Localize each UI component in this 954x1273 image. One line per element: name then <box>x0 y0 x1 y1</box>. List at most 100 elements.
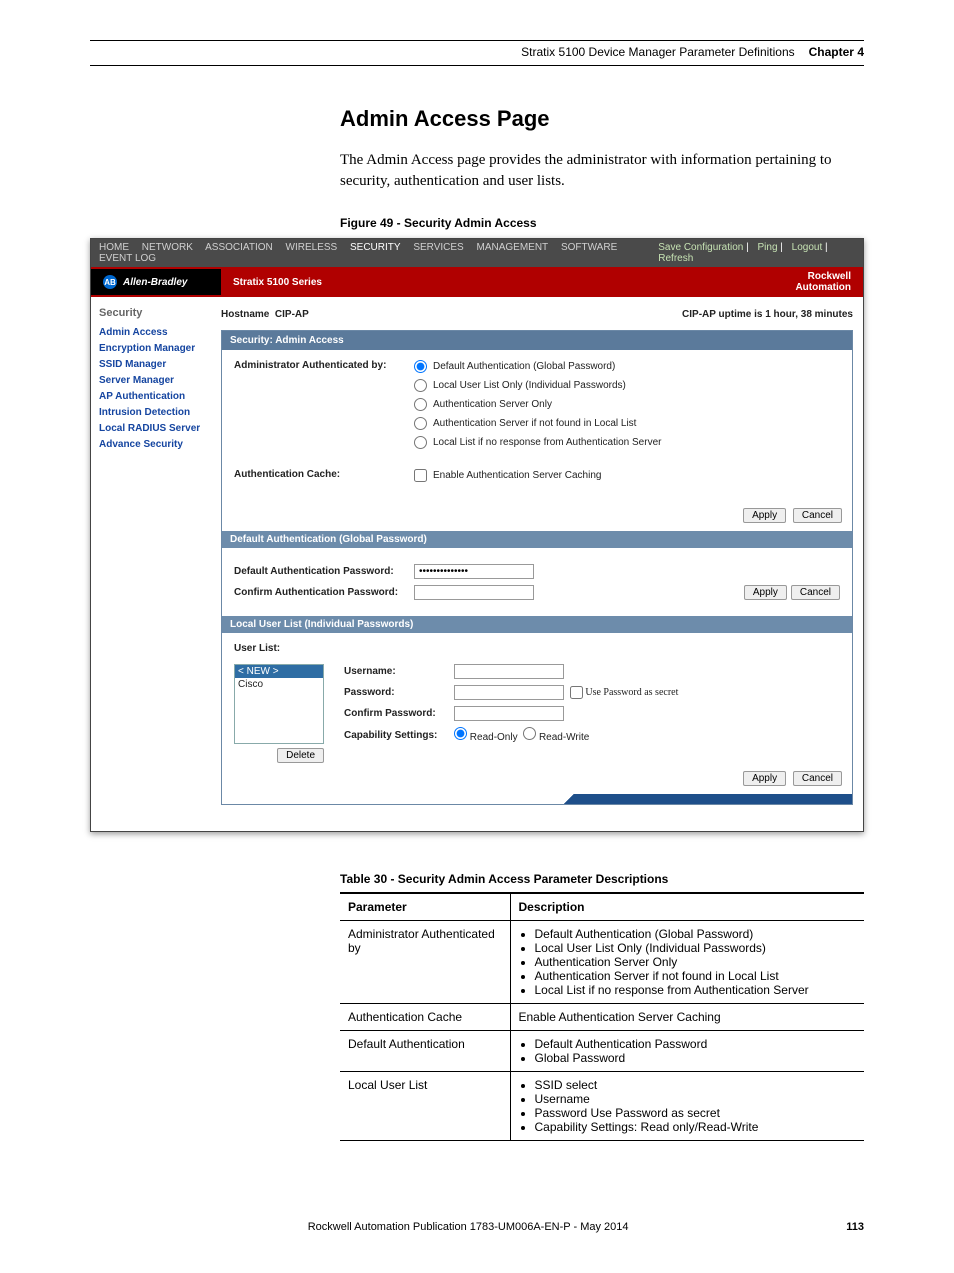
cell-desc: Default Authentication Password Global P… <box>510 1031 864 1072</box>
tab-security[interactable]: SECURITY <box>350 242 401 253</box>
th-description: Description <box>510 893 864 921</box>
brand-right-top: Rockwell <box>808 271 851 282</box>
series-label: Stratix 5100 Series <box>221 271 783 294</box>
sidebar-item-ssid-manager[interactable]: SSID Manager <box>99 359 213 370</box>
userlist-new-item[interactable]: < NEW > <box>235 665 323 678</box>
auth-radio-local-if-no[interactable] <box>414 436 427 449</box>
desc-item: Local User List Only (Individual Passwor… <box>535 941 857 955</box>
figure-caption: Figure 49 - Security Admin Access <box>340 216 864 230</box>
util-ping[interactable]: Ping <box>757 242 777 253</box>
hostname-value: CIP-AP <box>275 309 309 320</box>
apply-button-3[interactable]: Apply <box>743 771 786 786</box>
chapter-label: Chapter 4 <box>809 45 864 59</box>
util-save[interactable]: Save Configuration <box>658 242 743 253</box>
username-label: Username: <box>344 666 454 677</box>
cancel-button-3[interactable]: Cancel <box>793 771 842 786</box>
default-pwd-input[interactable] <box>414 564 534 579</box>
apply-button-2[interactable]: Apply <box>744 585 787 600</box>
apply-button-1[interactable]: Apply <box>743 508 786 523</box>
table-row: Default Authentication Default Authentic… <box>340 1031 864 1072</box>
desc-item: SSID select <box>535 1078 857 1092</box>
cap-readwrite[interactable]: Read-Write <box>523 727 589 743</box>
cell-param: Administrator Authenticated by <box>340 921 510 1004</box>
auth-opt-default-text: Default Authentication (Global Password) <box>433 361 615 372</box>
cell-param: Local User List <box>340 1072 510 1141</box>
confirm-password-input[interactable] <box>454 706 564 721</box>
username-input[interactable] <box>454 664 564 679</box>
user-listbox[interactable]: < NEW > Cisco <box>234 664 324 744</box>
auth-opt-local-if-no[interactable]: Local List if no response from Authentic… <box>414 436 661 449</box>
cell-desc: Default Authentication (Global Password)… <box>510 921 864 1004</box>
header-rule <box>90 40 864 41</box>
tab-eventlog[interactable]: EVENT LOG <box>99 253 156 264</box>
auth-opt-server-if-not-text: Authentication Server if not found in Lo… <box>433 418 636 429</box>
auth-radio-local[interactable] <box>414 379 427 392</box>
password-input[interactable] <box>454 685 564 700</box>
parameter-table: Parameter Description Administrator Auth… <box>340 892 864 1141</box>
auth-opt-server-if-not[interactable]: Authentication Server if not found in Lo… <box>414 417 661 430</box>
sidebar-item-advance-security[interactable]: Advance Security <box>99 439 213 450</box>
cap-readonly-radio[interactable] <box>454 727 467 740</box>
auth-opt-local-text: Local User List Only (Individual Passwor… <box>433 380 626 391</box>
security-admin-access-panel: Security: Admin Access Administrator Aut… <box>221 330 853 805</box>
cell-desc: Enable Authentication Server Caching <box>510 1004 864 1031</box>
brand-right: Rockwell Automation <box>783 267 863 297</box>
sidebar-item-local-radius[interactable]: Local RADIUS Server <box>99 423 213 434</box>
auth-radio-default[interactable] <box>414 360 427 373</box>
auth-radio-server-only[interactable] <box>414 398 427 411</box>
nav-tabs: HOME NETWORK ASSOCIATION WIRELESS SECURI… <box>99 242 652 264</box>
brand-left: AB Allen-Bradley <box>91 269 221 295</box>
doc-title: Stratix 5100 Device Manager Parameter De… <box>521 45 794 59</box>
util-logout[interactable]: Logout <box>792 242 823 253</box>
desc-item: Authentication Server if not found in Lo… <box>535 969 857 983</box>
password-label: Password: <box>344 687 454 698</box>
sidebar: Security Admin Access Encryption Manager… <box>91 297 221 831</box>
confirm-pwd-input[interactable] <box>414 585 534 600</box>
tab-wireless[interactable]: WIRELESS <box>286 242 338 253</box>
table-row: Administrator Authenticated by Default A… <box>340 921 864 1004</box>
auth-radio-server-if-not[interactable] <box>414 417 427 430</box>
cancel-button-1[interactable]: Cancel <box>793 508 842 523</box>
desc-item: Default Authentication Password <box>535 1037 857 1051</box>
auth-by-options: Default Authentication (Global Password)… <box>414 360 661 455</box>
tab-management[interactable]: MANAGEMENT <box>477 242 549 253</box>
intro-paragraph: The Admin Access page provides the admin… <box>340 150 864 192</box>
use-secret-checkbox[interactable] <box>570 686 583 699</box>
auth-opt-local[interactable]: Local User List Only (Individual Passwor… <box>414 379 661 392</box>
auth-cache-label: Authentication Cache: <box>234 469 414 480</box>
userlist-item-cisco[interactable]: Cisco <box>235 678 323 691</box>
auth-opt-server-only-text: Authentication Server Only <box>433 399 552 410</box>
cancel-button-2[interactable]: Cancel <box>791 585 840 600</box>
sidebar-item-encryption-manager[interactable]: Encryption Manager <box>99 343 213 354</box>
cap-readonly[interactable]: Read-Only <box>454 727 518 743</box>
cell-param: Authentication Cache <box>340 1004 510 1031</box>
tab-services[interactable]: SERVICES <box>413 242 463 253</box>
default-pwd-label: Default Authentication Password: <box>234 566 414 577</box>
tab-association[interactable]: ASSOCIATION <box>205 242 273 253</box>
panel-heading: Security: Admin Access <box>222 331 852 350</box>
cell-desc: SSID select Username Password Use Passwo… <box>510 1072 864 1141</box>
use-secret-label: Use Password as secret <box>585 687 678 698</box>
util-refresh[interactable]: Refresh <box>658 253 693 264</box>
auth-cache-checkbox[interactable] <box>414 469 427 482</box>
auth-opt-default[interactable]: Default Authentication (Global Password) <box>414 360 661 373</box>
auth-cache-text: Enable Authentication Server Caching <box>433 470 601 481</box>
page-number: 113 <box>846 1221 864 1233</box>
tab-software[interactable]: SOFTWARE <box>561 242 617 253</box>
cap-readwrite-radio[interactable] <box>523 727 536 740</box>
sidebar-item-admin-access[interactable]: Admin Access <box>99 327 213 338</box>
hostname-label: Hostname <box>221 309 269 320</box>
publication-line: Rockwell Automation Publication 1783-UM0… <box>308 1221 629 1233</box>
page-footer: Rockwell Automation Publication 1783-UM0… <box>90 1221 864 1233</box>
auth-opt-server-only[interactable]: Authentication Server Only <box>414 398 661 411</box>
cap-readwrite-text: Read-Write <box>539 732 589 743</box>
running-header: Stratix 5100 Device Manager Parameter De… <box>90 45 864 66</box>
auth-opt-local-if-no-text: Local List if no response from Authentic… <box>433 437 661 448</box>
delete-button[interactable]: Delete <box>277 748 324 763</box>
auth-cache-option[interactable]: Enable Authentication Server Caching <box>414 469 601 482</box>
sidebar-item-server-manager[interactable]: Server Manager <box>99 375 213 386</box>
tab-home[interactable]: HOME <box>99 242 129 253</box>
sidebar-item-intrusion-detection[interactable]: Intrusion Detection <box>99 407 213 418</box>
sidebar-item-ap-authentication[interactable]: AP Authentication <box>99 391 213 402</box>
tab-network[interactable]: NETWORK <box>142 242 193 253</box>
